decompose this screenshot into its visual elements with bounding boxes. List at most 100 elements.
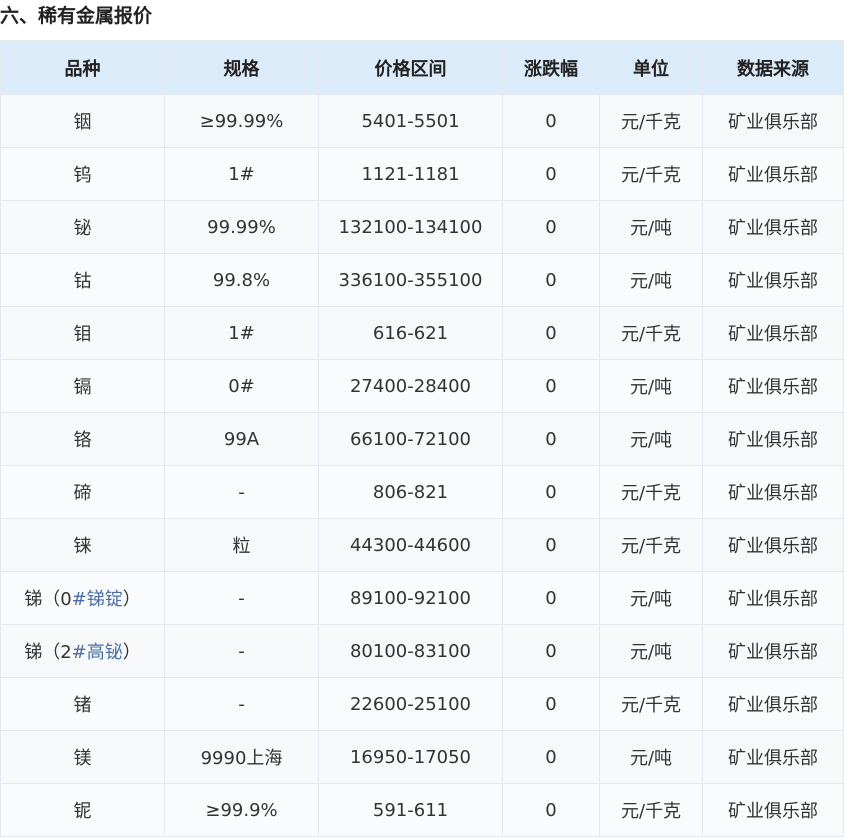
table-row: 锑（0#锑锭） - 89100-92100 0 元/吨 矿业俱乐部	[0, 571, 844, 625]
cell-variety: 镉	[0, 359, 165, 413]
cell-change: 0	[502, 730, 600, 784]
cell-spec: ≥99.99%	[164, 94, 319, 148]
cell-unit: 元/千克	[599, 518, 703, 572]
cell-variety: 锗	[0, 677, 165, 731]
cell-unit: 元/吨	[599, 359, 703, 413]
cell-price-range: 132100-134100	[318, 200, 503, 254]
cell-source: 矿业俱乐部	[702, 200, 844, 254]
cell-source: 矿业俱乐部	[702, 730, 844, 784]
cell-source: 矿业俱乐部	[702, 571, 844, 625]
column-header-variety: 品种	[0, 40, 165, 95]
cell-spec: 99.99%	[164, 200, 319, 254]
column-header-unit: 单位	[599, 40, 703, 95]
cell-change: 0	[502, 200, 600, 254]
table-row: 碲 - 806-821 0 元/千克 矿业俱乐部	[0, 465, 844, 519]
table-row: 铟 ≥99.99% 5401-5501 0 元/千克 矿业俱乐部	[0, 94, 844, 148]
cell-source: 矿业俱乐部	[702, 624, 844, 678]
cell-source: 矿业俱乐部	[702, 147, 844, 201]
table-row: 铬 99A 66100-72100 0 元/吨 矿业俱乐部	[0, 412, 844, 466]
cell-variety: 铼	[0, 518, 165, 572]
cell-change: 0	[502, 571, 600, 625]
cell-price-range: 80100-83100	[318, 624, 503, 678]
cell-price-range: 66100-72100	[318, 412, 503, 466]
cell-price-range: 1121-1181	[318, 147, 503, 201]
table-row: 钨 1# 1121-1181 0 元/千克 矿业俱乐部	[0, 147, 844, 201]
cell-spec: 0#	[164, 359, 319, 413]
cell-variety: 锑（0#锑锭）	[0, 571, 165, 625]
column-header-source: 数据来源	[702, 40, 844, 95]
table-row: 铋 99.99% 132100-134100 0 元/吨 矿业俱乐部	[0, 200, 844, 254]
cell-variety: 钼	[0, 306, 165, 360]
cell-change: 0	[502, 412, 600, 466]
cell-price-range: 89100-92100	[318, 571, 503, 625]
cell-unit: 元/吨	[599, 412, 703, 466]
cell-source: 矿业俱乐部	[702, 465, 844, 519]
cell-unit: 元/吨	[599, 571, 703, 625]
cell-source: 矿业俱乐部	[702, 518, 844, 572]
cell-price-range: 22600-25100	[318, 677, 503, 731]
cell-spec: 99.8%	[164, 253, 319, 307]
cell-spec: -	[164, 465, 319, 519]
cell-variety: 铌	[0, 783, 165, 837]
cell-change: 0	[502, 359, 600, 413]
column-header-price-range: 价格区间	[318, 40, 503, 95]
table-row: 锑（2#高铋） - 80100-83100 0 元/吨 矿业俱乐部	[0, 624, 844, 678]
cell-source: 矿业俱乐部	[702, 94, 844, 148]
cell-source: 矿业俱乐部	[702, 677, 844, 731]
cell-spec: 9990上海	[164, 730, 319, 784]
cell-spec: 99A	[164, 412, 319, 466]
table-row: 镉 0# 27400-28400 0 元/吨 矿业俱乐部	[0, 359, 844, 413]
cell-unit: 元/吨	[599, 730, 703, 784]
cell-unit: 元/吨	[599, 200, 703, 254]
table-header-row: 品种 规格 价格区间 涨跌幅 单位 数据来源	[0, 40, 844, 95]
cell-price-range: 5401-5501	[318, 94, 503, 148]
cell-variety: 铋	[0, 200, 165, 254]
variety-tag-link[interactable]: #锑锭	[72, 589, 123, 610]
cell-spec: 1#	[164, 306, 319, 360]
table-row: 铌 ≥99.9% 591-611 0 元/千克 矿业俱乐部	[0, 783, 844, 837]
cell-change: 0	[502, 465, 600, 519]
cell-price-range: 44300-44600	[318, 518, 503, 572]
cell-unit: 元/千克	[599, 465, 703, 519]
table-row: 锗 - 22600-25100 0 元/千克 矿业俱乐部	[0, 677, 844, 731]
cell-variety: 钴	[0, 253, 165, 307]
column-header-spec: 规格	[164, 40, 319, 95]
cell-price-range: 16950-17050	[318, 730, 503, 784]
cell-price-range: 616-621	[318, 306, 503, 360]
variety-prefix: 锑（2	[24, 642, 72, 663]
cell-spec: -	[164, 624, 319, 678]
rare-metal-price-table: 品种 规格 价格区间 涨跌幅 单位 数据来源 铟 ≥99.99% 5401-55…	[0, 40, 844, 837]
cell-change: 0	[502, 306, 600, 360]
column-header-change: 涨跌幅	[502, 40, 600, 95]
cell-change: 0	[502, 253, 600, 307]
variety-suffix: ）	[122, 642, 141, 663]
cell-unit: 元/千克	[599, 147, 703, 201]
cell-change: 0	[502, 94, 600, 148]
cell-change: 0	[502, 147, 600, 201]
cell-change: 0	[502, 677, 600, 731]
table-row: 镁 9990上海 16950-17050 0 元/吨 矿业俱乐部	[0, 730, 844, 784]
cell-variety: 铬	[0, 412, 165, 466]
cell-variety: 锑（2#高铋）	[0, 624, 165, 678]
table-row: 钴 99.8% 336100-355100 0 元/吨 矿业俱乐部	[0, 253, 844, 307]
cell-change: 0	[502, 518, 600, 572]
cell-unit: 元/千克	[599, 783, 703, 837]
cell-spec: -	[164, 677, 319, 731]
cell-source: 矿业俱乐部	[702, 306, 844, 360]
cell-unit: 元/吨	[599, 253, 703, 307]
table-row: 钼 1# 616-621 0 元/千克 矿业俱乐部	[0, 306, 844, 360]
cell-spec: ≥99.9%	[164, 783, 319, 837]
cell-source: 矿业俱乐部	[702, 783, 844, 837]
table-row: 铼 粒 44300-44600 0 元/千克 矿业俱乐部	[0, 518, 844, 572]
cell-change: 0	[502, 783, 600, 837]
section-title: 六、稀有金属报价	[0, 5, 153, 27]
variety-prefix: 锑（0	[24, 589, 72, 610]
cell-price-range: 27400-28400	[318, 359, 503, 413]
cell-source: 矿业俱乐部	[702, 359, 844, 413]
cell-variety: 钨	[0, 147, 165, 201]
cell-unit: 元/吨	[599, 624, 703, 678]
variety-tag-link[interactable]: #高铋	[72, 642, 123, 663]
cell-variety: 铟	[0, 94, 165, 148]
cell-change: 0	[502, 624, 600, 678]
cell-spec: 粒	[164, 518, 319, 572]
